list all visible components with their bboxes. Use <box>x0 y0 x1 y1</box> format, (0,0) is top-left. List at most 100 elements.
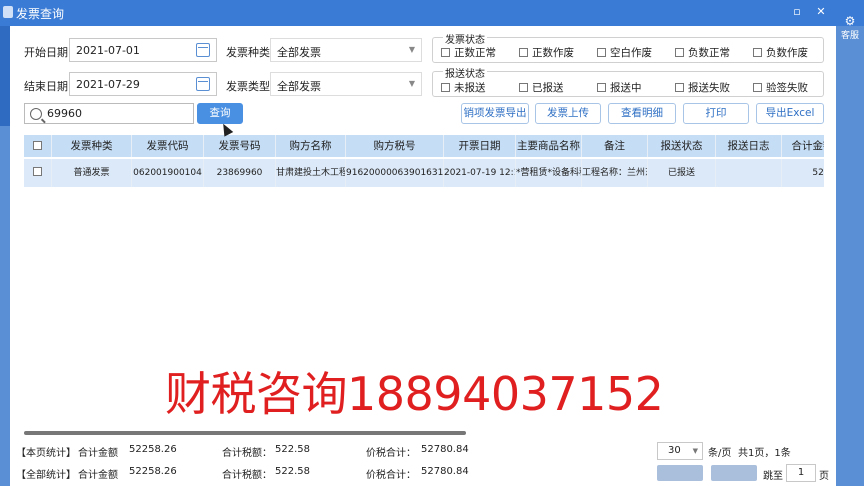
col-header[interactable]: 发票代码 <box>132 135 204 157</box>
invoice-type-label: 发票类型 <box>226 80 270 93</box>
table-cell: 已报送 <box>648 159 716 187</box>
table-cell: 52258 <box>782 159 824 187</box>
close-icon[interactable]: ✕ <box>812 4 830 20</box>
report-checkbox-4[interactable]: 验签失败 <box>753 80 808 95</box>
search-input[interactable]: 69960 <box>24 103 194 124</box>
page-amount-label: 合计金额 <box>78 448 118 459</box>
support-shortcut[interactable]: ⚙ 客服 <box>836 14 864 44</box>
page-size-select[interactable]: 30 ▼ <box>657 442 703 460</box>
page-amount-value: 52258.26 <box>129 444 177 455</box>
print-button[interactable]: 打印 <box>683 103 749 124</box>
status-checkbox-0[interactable]: 正数正常 <box>441 45 496 60</box>
start-date-value: 2021-07-01 <box>76 44 140 57</box>
status-checkbox-2[interactable]: 空白作废 <box>597 45 652 60</box>
row-checkbox[interactable] <box>24 159 52 187</box>
invoice-type-select[interactable]: 全部发票 ▼ <box>270 72 422 96</box>
upload-invoice-button[interactable]: 发票上传 <box>535 103 601 124</box>
start-date-label: 开始日期 <box>24 46 68 59</box>
export-excel-button[interactable]: 导出Excel <box>756 103 824 124</box>
all-amount-value: 52258.26 <box>129 466 177 477</box>
export-sales-invoice-button[interactable]: 销项发票导出 <box>461 103 529 124</box>
all-stats-label: 【全部统计】 <box>16 470 76 481</box>
invoice-status-title: 发票状态 <box>443 31 487 46</box>
end-date-input[interactable]: 2021-07-29 <box>69 72 217 96</box>
table-cell: 2021-07-19 12:18 <box>444 159 516 187</box>
app-icon <box>3 6 13 18</box>
col-header[interactable]: 备注 <box>582 135 648 157</box>
col-header[interactable]: 发票号码 <box>204 135 276 157</box>
col-header[interactable]: 发票种类 <box>52 135 132 157</box>
invoice-kind-select[interactable]: 全部发票 ▼ <box>270 38 422 62</box>
all-tax-label: 合计税额： <box>222 470 272 481</box>
table-cell: 23869960 <box>204 159 276 187</box>
end-date-label: 结束日期 <box>24 80 68 93</box>
query-button[interactable]: 查询 <box>197 103 243 124</box>
table-header: 发票种类 发票代码 发票号码 购方名称 购方税号 开票日期 主要商品名称 备注 … <box>24 135 824 157</box>
col-header[interactable]: 开票日期 <box>444 135 516 157</box>
start-date-input[interactable]: 2021-07-01 <box>69 38 217 62</box>
invoice-table: 发票种类 发票代码 发票号码 购方名称 购方税号 开票日期 主要商品名称 备注 … <box>24 135 824 189</box>
status-checkbox-4[interactable]: 负数作废 <box>753 45 808 60</box>
report-checkbox-2[interactable]: 报送中 <box>597 80 642 95</box>
horizontal-scrollbar[interactable] <box>24 431 466 435</box>
support-icon: ⚙ <box>844 14 856 28</box>
table-row[interactable]: 普通发票 062001900104 23869960 甘肃建投土木工程 9162… <box>24 159 824 187</box>
col-header[interactable]: 报送状态 <box>648 135 716 157</box>
prev-page-button[interactable] <box>657 465 703 481</box>
table-cell: 工程名称：兰州东 <box>582 159 648 187</box>
invoice-status-group: 发票状态 正数正常 正数作废 空白作废 负数正常 负数作废 <box>432 31 824 63</box>
minimize-icon[interactable]: ▫ <box>788 4 806 20</box>
left-app-strip <box>0 26 10 126</box>
calendar-icon[interactable] <box>196 77 210 91</box>
goto-label: 跳至 <box>763 471 783 482</box>
all-price-tax-value: 52780.84 <box>421 466 469 477</box>
table-cell <box>716 159 782 187</box>
window-title: 发票查询 <box>16 7 65 21</box>
report-checkbox-1[interactable]: 已报送 <box>519 80 564 95</box>
page-price-tax-label: 价税合计： <box>366 448 416 459</box>
page-suffix-label: 页 <box>819 471 829 482</box>
select-all-checkbox[interactable] <box>24 135 52 157</box>
chevron-down-icon: ▼ <box>408 45 415 54</box>
page-stats-label: 【本页统计】 <box>16 448 76 459</box>
col-header[interactable]: 合计金额 <box>782 135 825 157</box>
page-size-value: 30 <box>668 445 681 456</box>
table-cell: 甘肃建投土木工程 <box>276 159 346 187</box>
view-details-button[interactable]: 查看明细 <box>608 103 676 124</box>
invoice-kind-label: 发票种类 <box>226 46 270 59</box>
chevron-down-icon: ▼ <box>408 79 415 88</box>
status-checkbox-1[interactable]: 正数作废 <box>519 45 574 60</box>
next-page-button[interactable] <box>711 465 757 481</box>
page-price-tax-value: 52780.84 <box>421 444 469 455</box>
search-value: 69960 <box>47 107 82 120</box>
page-tax-value: 522.58 <box>275 444 310 455</box>
chevron-down-icon: ▼ <box>692 447 698 455</box>
page-tax-label: 合计税额： <box>222 448 272 459</box>
table-cell: *营租赁*设备科租赁 <box>516 159 582 187</box>
support-label: 客服 <box>840 31 859 41</box>
end-date-value: 2021-07-29 <box>76 78 140 91</box>
window-titlebar: 发票查询 ▫ ✕ <box>0 0 864 26</box>
report-status-group: 报送状态 未报送 已报送 报送中 报送失败 验签失败 <box>432 65 824 97</box>
table-cell: 062001900104 <box>132 159 204 187</box>
per-page-label: 条/页 <box>708 448 732 459</box>
report-checkbox-0[interactable]: 未报送 <box>441 80 486 95</box>
status-checkbox-3[interactable]: 负数正常 <box>675 45 730 60</box>
all-tax-value: 522.58 <box>275 466 310 477</box>
table-cell: 91620000063901631R <box>346 159 444 187</box>
invoice-type-value: 全部发票 <box>277 80 321 93</box>
invoice-kind-value: 全部发票 <box>277 46 321 59</box>
all-amount-label: 合计金额 <box>78 470 118 481</box>
search-icon <box>30 108 42 120</box>
col-header[interactable]: 购方税号 <box>346 135 444 157</box>
table-cell: 普通发票 <box>52 159 132 187</box>
report-checkbox-3[interactable]: 报送失败 <box>675 80 730 95</box>
col-header[interactable]: 报送日志 <box>716 135 782 157</box>
goto-page-input[interactable]: 1 <box>786 464 816 482</box>
col-header[interactable]: 主要商品名称 <box>516 135 582 157</box>
report-status-title: 报送状态 <box>443 65 487 80</box>
all-price-tax-label: 价税合计： <box>366 470 416 481</box>
col-header[interactable]: 购方名称 <box>276 135 346 157</box>
page-summary: 共1页，1条 <box>738 448 791 459</box>
calendar-icon[interactable] <box>196 43 210 57</box>
